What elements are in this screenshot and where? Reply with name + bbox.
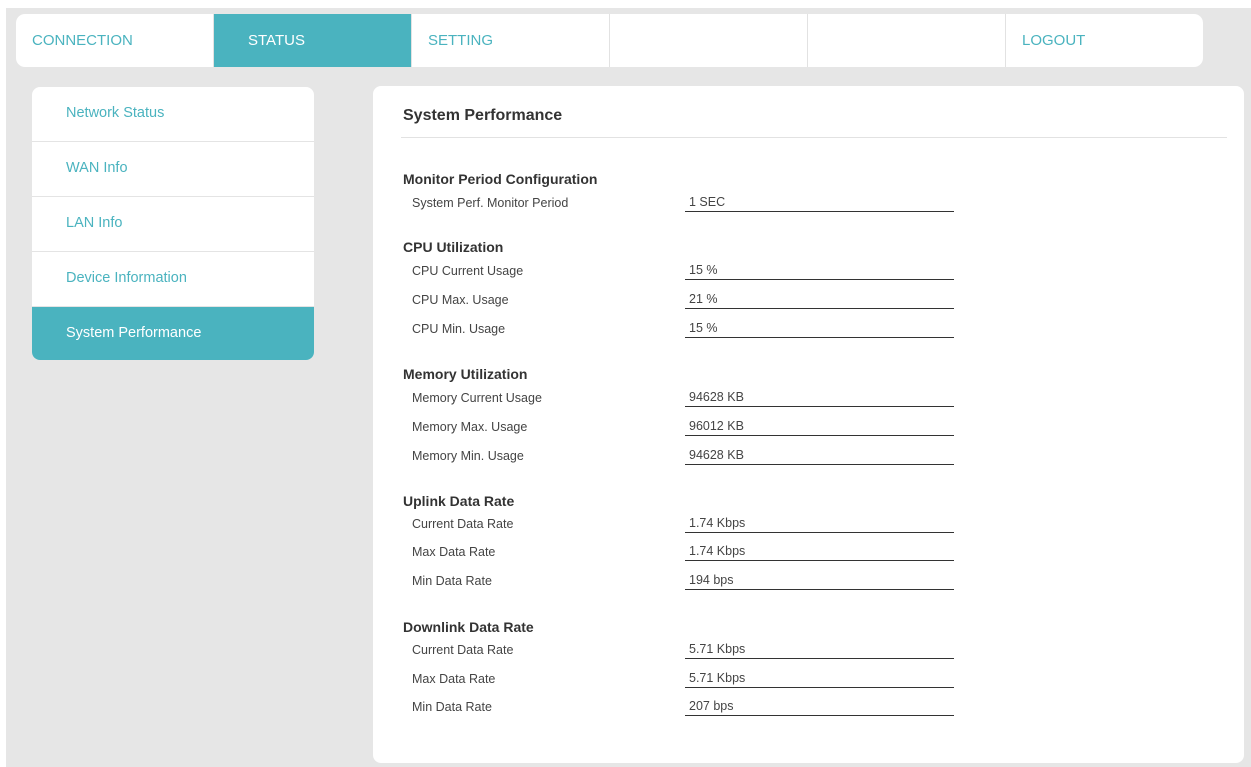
row-label-cpu-min: CPU Min. Usage [412,322,506,336]
tab-empty-1 [610,14,808,67]
value-monitor-period: 1 SEC [685,195,954,212]
row-label-memory-max: Memory Max. Usage [412,420,528,434]
tab-setting[interactable]: SETTING [412,14,610,67]
row-label-uplink-min: Min Data Rate [412,574,492,588]
value-memory-current: 94628 KB [685,390,954,407]
value-downlink-min: 207 bps [685,699,954,716]
sidebar-item-network-status[interactable]: Network Status [32,87,314,142]
tab-empty-2 [808,14,1006,67]
value-downlink-max: 5.71 Kbps [685,671,954,688]
row-label-monitor-period: System Perf. Monitor Period [412,196,569,210]
section-title-uplink: Uplink Data Rate [403,493,515,509]
value-uplink-max: 1.74 Kbps [685,544,954,561]
section-title-downlink: Downlink Data Rate [403,619,534,635]
row-label-downlink-current: Current Data Rate [412,643,514,657]
value-cpu-min: 15 % [685,321,954,338]
tab-logout[interactable]: LOGOUT [1006,14,1203,67]
tab-status[interactable]: STATUS [214,14,412,67]
row-label-memory-current: Memory Current Usage [412,391,542,405]
value-memory-min: 94628 KB [685,448,954,465]
sidebar: Network Status WAN Info LAN Info Device … [32,87,314,360]
value-cpu-current: 15 % [685,263,954,280]
row-label-cpu-current: CPU Current Usage [412,264,524,278]
sidebar-item-system-performance[interactable]: System Performance [32,307,314,360]
section-title-memory: Memory Utilization [403,366,528,382]
value-uplink-min: 194 bps [685,573,954,590]
value-downlink-current: 5.71 Kbps [685,642,954,659]
value-memory-max: 96012 KB [685,419,954,436]
page-title: System Performance [403,107,563,124]
row-label-uplink-current: Current Data Rate [412,517,514,531]
main-panel: System Performance Monitor Period Config… [373,86,1244,763]
row-label-downlink-max: Max Data Rate [412,672,496,686]
value-cpu-max: 21 % [685,292,954,309]
section-title-cpu: CPU Utilization [403,239,504,255]
row-label-cpu-max: CPU Max. Usage [412,293,509,307]
title-divider [401,137,1227,138]
section-title-monitor: Monitor Period Configuration [403,171,598,187]
row-label-uplink-max: Max Data Rate [412,545,496,559]
sidebar-item-lan-info[interactable]: LAN Info [32,197,314,252]
sidebar-item-wan-info[interactable]: WAN Info [32,142,314,197]
top-navigation: CONNECTION STATUS SETTING LOGOUT [16,14,1203,67]
row-label-memory-min: Memory Min. Usage [412,449,524,463]
tab-connection[interactable]: CONNECTION [16,14,214,67]
row-label-downlink-min: Min Data Rate [412,700,492,714]
sidebar-item-device-information[interactable]: Device Information [32,252,314,307]
value-uplink-current: 1.74 Kbps [685,516,954,533]
